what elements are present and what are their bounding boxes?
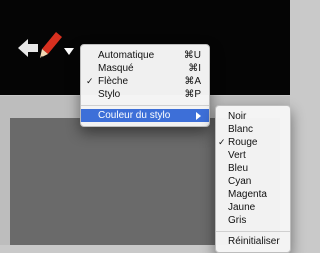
menu-item-label: Réinitialiser xyxy=(228,236,280,247)
menu-item-label: Bleu xyxy=(228,163,249,174)
menu-item-label: Automatique xyxy=(98,50,155,61)
menu-item-label: Masqué xyxy=(98,63,134,74)
menu-separator xyxy=(81,105,209,106)
menu-shortcut: ⌘I xyxy=(188,63,201,74)
menu-item-label: Jaune xyxy=(228,202,256,213)
menu-item-label: Gris xyxy=(228,215,247,226)
pen-icon[interactable] xyxy=(40,32,62,63)
reset-color-item[interactable]: Réinitialiser xyxy=(216,235,290,248)
menu-shortcut: ⌘U xyxy=(183,50,201,61)
pen-color-submenu: Noir Blanc ✓ Rouge Vert Bleu Cyan Magent… xyxy=(215,105,291,253)
pointer-menu: Automatique ⌘U Masqué ⌘I ✓ Flèche ⌘A Sty… xyxy=(80,44,210,127)
color-item-magenta[interactable]: Magenta xyxy=(216,188,290,201)
presentation-screen: Automatique ⌘U Masqué ⌘I ✓ Flèche ⌘A Sty… xyxy=(0,0,291,253)
submenu-arrow-icon xyxy=(196,112,201,120)
menu-item-label: Blanc xyxy=(228,124,254,135)
menu-item-automatique[interactable]: Automatique ⌘U xyxy=(81,49,209,62)
menu-separator xyxy=(216,231,290,232)
menu-item-label: Vert xyxy=(228,150,246,161)
checkmark-icon: ✓ xyxy=(86,76,94,86)
color-item-jaune[interactable]: Jaune xyxy=(216,201,290,214)
menu-item-masque[interactable]: Masqué ⌘I xyxy=(81,62,209,75)
menu-shortcut: ⌘A xyxy=(184,76,201,87)
menu-item-label: Noir xyxy=(228,111,247,122)
menu-item-fleche[interactable]: ✓ Flèche ⌘A xyxy=(81,75,209,88)
color-item-rouge[interactable]: ✓ Rouge xyxy=(216,136,290,149)
menu-item-label: Flèche xyxy=(98,76,129,87)
chevron-down-icon[interactable] xyxy=(64,43,74,61)
menu-item-label: Rouge xyxy=(228,137,258,148)
color-item-cyan[interactable]: Cyan xyxy=(216,175,290,188)
menu-item-label: Cyan xyxy=(228,176,252,187)
menu-item-label: Couleur du stylo xyxy=(98,110,171,121)
color-item-blanc[interactable]: Blanc xyxy=(216,123,290,136)
checkmark-icon: ✓ xyxy=(218,137,226,147)
menu-item-label: Stylo xyxy=(98,89,121,100)
color-item-noir[interactable]: Noir xyxy=(216,110,290,123)
back-arrow-icon[interactable] xyxy=(18,39,38,62)
menu-item-label: Magenta xyxy=(228,189,267,200)
color-item-bleu[interactable]: Bleu xyxy=(216,162,290,175)
menu-item-couleur-du-stylo[interactable]: Couleur du stylo xyxy=(81,109,209,122)
color-item-vert[interactable]: Vert xyxy=(216,149,290,162)
menu-shortcut: ⌘P xyxy=(184,89,201,100)
menu-item-stylo[interactable]: Stylo ⌘P xyxy=(81,88,209,101)
color-item-gris[interactable]: Gris xyxy=(216,214,290,227)
